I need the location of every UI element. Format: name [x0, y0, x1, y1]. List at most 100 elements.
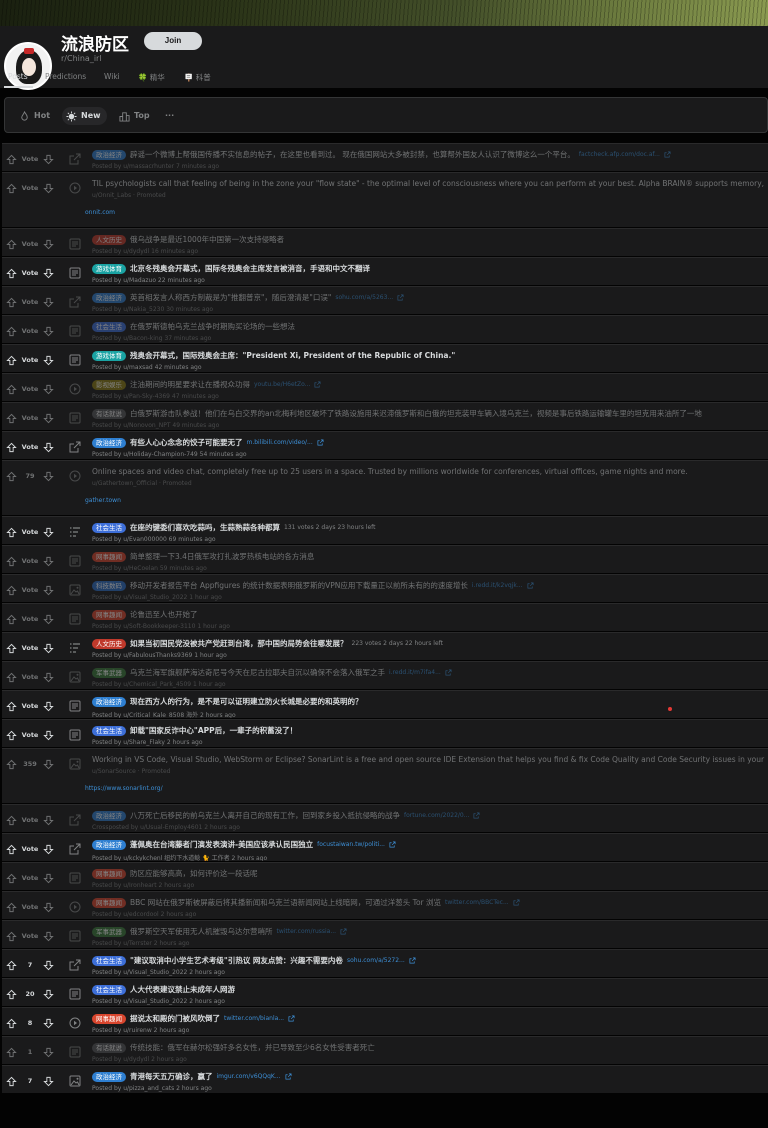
downvote-icon[interactable] [43, 268, 54, 279]
post-flair[interactable]: 社会生活 [92, 955, 126, 966]
post-title[interactable]: "建议取消中小学生艺术考级"引热议 网友点赞：兴趣不需要内卷 [130, 955, 343, 966]
upvote-icon[interactable] [6, 815, 17, 826]
post-link[interactable]: twitter.com/russia... [277, 928, 337, 935]
downvote-icon[interactable] [43, 815, 54, 826]
post-flair[interactable]: 影视娱乐 [92, 379, 126, 390]
post-title[interactable]: 注油期间的明星要求让在播视众功得 [130, 379, 250, 390]
upvote-icon[interactable] [6, 471, 17, 482]
post-card[interactable]: Vote 政治经济 辟谣一个微博上帮俄国传播不实信息的帖子，在这里也看到过。 现在俄… [2, 143, 768, 171]
post-card[interactable]: Vote 人文历史 俄乌战争是最近1000年中国第一次支持侵略者 Posted by … [2, 228, 768, 256]
upvote-icon[interactable] [6, 989, 17, 1000]
downvote-icon[interactable] [43, 759, 54, 770]
post-flair[interactable]: 政治经济 [92, 149, 126, 160]
downvote-icon[interactable] [43, 239, 54, 250]
post-card[interactable]: Vote 政治经济 八万死亡后移民的前乌克兰人离开自己的现有工作，回到家乡投入抵抗侵… [2, 804, 768, 832]
downvote-icon[interactable] [43, 326, 54, 337]
post-flair[interactable]: 政治经济 [92, 1071, 126, 1082]
post-card[interactable]: Vote 社会生活 在俄罗斯德帕乌克兰战争时期购买论场的一些想法 Posted by … [2, 315, 768, 343]
post-card[interactable]: Vote 政治经济 英首相发言人称西方制裁是为"推翻普京"，随后澄清是"口误" soh… [2, 286, 768, 314]
post-link[interactable]: factcheck.afp.com/doc.af... [579, 151, 660, 158]
downvote-icon[interactable] [43, 730, 54, 741]
upvote-icon[interactable] [6, 268, 17, 279]
post-title[interactable]: 在座的键委们喜欢吃蒜吗，生蒜熟蒜各种都算 [130, 522, 280, 533]
upvote-icon[interactable] [6, 556, 17, 567]
post-card[interactable]: Vote 影视娱乐 注油期间的明星要求让在播视众功得 youtu.be/H6etZo.… [2, 373, 768, 401]
upvote-icon[interactable] [6, 355, 17, 366]
downvote-icon[interactable] [43, 643, 54, 654]
ad-url[interactable]: gather.town [85, 497, 121, 504]
post-flair[interactable]: 政治经济 [92, 292, 126, 303]
post-flair[interactable]: 人文历史 [92, 638, 126, 649]
sort-new-button[interactable]: New [62, 107, 107, 125]
downvote-icon[interactable] [43, 873, 54, 884]
post-card[interactable]: Vote 游戏体育 残奥会开幕式，国际残奥会主席："President Xi, Pr… [2, 344, 768, 372]
downvote-icon[interactable] [43, 1018, 54, 1029]
post-title[interactable]: 人大代表建议禁止未成年人网游 [130, 984, 235, 995]
downvote-icon[interactable] [43, 701, 54, 712]
post-title[interactable]: Working in VS Code, Visual Studio, WebSt… [92, 755, 764, 764]
post-flair[interactable]: 政治经济 [92, 437, 126, 448]
upvote-icon[interactable] [6, 183, 17, 194]
post-link[interactable]: fortune.com/2022/0... [404, 812, 469, 819]
tab-highlights[interactable]: 🍀 精华 [138, 72, 165, 83]
post-card[interactable]: Vote 网事趣闻 论鲁迅至人也开始了 Posted by u/Soft-Bookke… [2, 603, 768, 631]
downvote-icon[interactable] [43, 672, 54, 683]
post-flair[interactable]: 政治经济 [92, 839, 126, 850]
post-link[interactable]: youtu.be/H6etZo... [254, 381, 310, 388]
post-title[interactable]: 北京冬残奥会开幕式，国际冬残奥会主席发言被消音，手语和中文不翻译 [130, 263, 370, 274]
upvote-icon[interactable] [6, 1076, 17, 1087]
post-title[interactable]: 八万死亡后移民的前乌克兰人离开自己的现有工作，回到家乡投入抵抗侵略的战争 [130, 810, 400, 821]
downvote-icon[interactable] [43, 556, 54, 567]
post-title[interactable]: 防区应能够高高，如何评价这一段话呢 [130, 868, 258, 879]
upvote-icon[interactable] [6, 154, 17, 165]
post-flair[interactable]: 有话就说 [92, 408, 126, 419]
post-card[interactable]: Vote 政治经济 蓬佩奥在台湾藤者门演发表演讲-美国应该承认民国独立 focusta… [2, 833, 768, 861]
post-flair[interactable]: 政治经济 [92, 696, 126, 707]
downvote-icon[interactable] [43, 527, 54, 538]
post-card[interactable]: Vote 社会生活 在座的键委们喜欢吃蒜吗，生蒜熟蒜各种都算 131 votes 2 … [2, 516, 768, 544]
post-flair[interactable]: 军事武器 [92, 667, 126, 678]
upvote-icon[interactable] [6, 701, 17, 712]
tab-posts[interactable]: Posts [8, 72, 28, 81]
upvote-icon[interactable] [6, 672, 17, 683]
post-flair[interactable]: 网事趣闻 [92, 1013, 126, 1024]
upvote-icon[interactable] [6, 759, 17, 770]
post-link[interactable]: m.bilibili.com/video/... [247, 439, 313, 446]
upvote-icon[interactable] [6, 297, 17, 308]
upvote-icon[interactable] [6, 873, 17, 884]
post-title[interactable]: 乌克兰海军旗舰萨海达奇尼号今天在尼古拉耶夫自沉以确保不会落入俄军之手 [130, 667, 385, 678]
post-title[interactable]: 在俄罗斯德帕乌克兰战争时期购买论场的一些想法 [130, 321, 295, 332]
upvote-icon[interactable] [6, 585, 17, 596]
post-title[interactable]: 传统技能：俄军在赫尔松强奸多名女性，并已导致至少6名女性受害者死亡 [130, 1042, 375, 1053]
post-title[interactable]: 移动开发者报告平台 Appfigures 的统计数据表明俄罗斯的VPN应用下载量… [130, 580, 468, 591]
downvote-icon[interactable] [43, 297, 54, 308]
upvote-icon[interactable] [6, 239, 17, 250]
post-flair[interactable]: 有话就说 [92, 1042, 126, 1053]
downvote-icon[interactable] [43, 384, 54, 395]
promoted-post[interactable]: 359 Working in VS Code, Visual Studio, We… [2, 748, 768, 803]
downvote-icon[interactable] [43, 989, 54, 1000]
downvote-icon[interactable] [43, 614, 54, 625]
post-link[interactable]: sohu.com/a/5272... [347, 957, 405, 964]
post-title[interactable]: BBC 网站在俄罗斯被屏蔽后将其播新闻和乌克兰语新闻网站上线暗网，可通过洋葱头 … [130, 897, 441, 908]
tab-predictions[interactable]: Predictions [45, 72, 86, 81]
post-card[interactable]: Vote 社会生活 卸载"国家反诈中心"APP后，一辈子的积蓄没了！ Posted b… [2, 719, 768, 747]
downvote-icon[interactable] [43, 1047, 54, 1058]
downvote-icon[interactable] [43, 844, 54, 855]
post-title[interactable]: 英首相发言人称西方制裁是为"推翻普京"，随后澄清是"口误" [130, 292, 331, 303]
join-button[interactable]: Join [144, 32, 202, 50]
post-card[interactable]: 7 政治经济 青港每天五万确诊，赢了 imgur.com/v6QQqK... Poste… [2, 1065, 768, 1093]
post-link[interactable]: focustaiwan.tw/politi... [317, 841, 385, 848]
post-title[interactable]: 残奥会开幕式，国际残奥会主席："President Xi, President … [130, 350, 455, 361]
post-flair[interactable]: 网事趣闻 [92, 897, 126, 908]
post-link[interactable]: i.redd.it/k2vqjk... [472, 582, 523, 589]
downvote-icon[interactable] [43, 960, 54, 971]
post-card[interactable]: Vote 游戏体育 北京冬残奥会开幕式，国际冬残奥会主席发言被消音，手语和中文不翻译… [2, 257, 768, 285]
post-card[interactable]: 1 有话就说 传统技能：俄军在赫尔松强奸多名女性，并已导致至少6名女性受害者死亡 Po… [2, 1036, 768, 1064]
post-flair[interactable]: 网事趣闻 [92, 609, 126, 620]
upvote-icon[interactable] [6, 902, 17, 913]
post-flair[interactable]: 网事趣闻 [92, 868, 126, 879]
post-title[interactable]: TIL psychologists call that feeling of b… [92, 179, 764, 188]
promoted-post[interactable]: Vote TIL psychologists call that feeling … [2, 172, 768, 227]
downvote-icon[interactable] [43, 154, 54, 165]
